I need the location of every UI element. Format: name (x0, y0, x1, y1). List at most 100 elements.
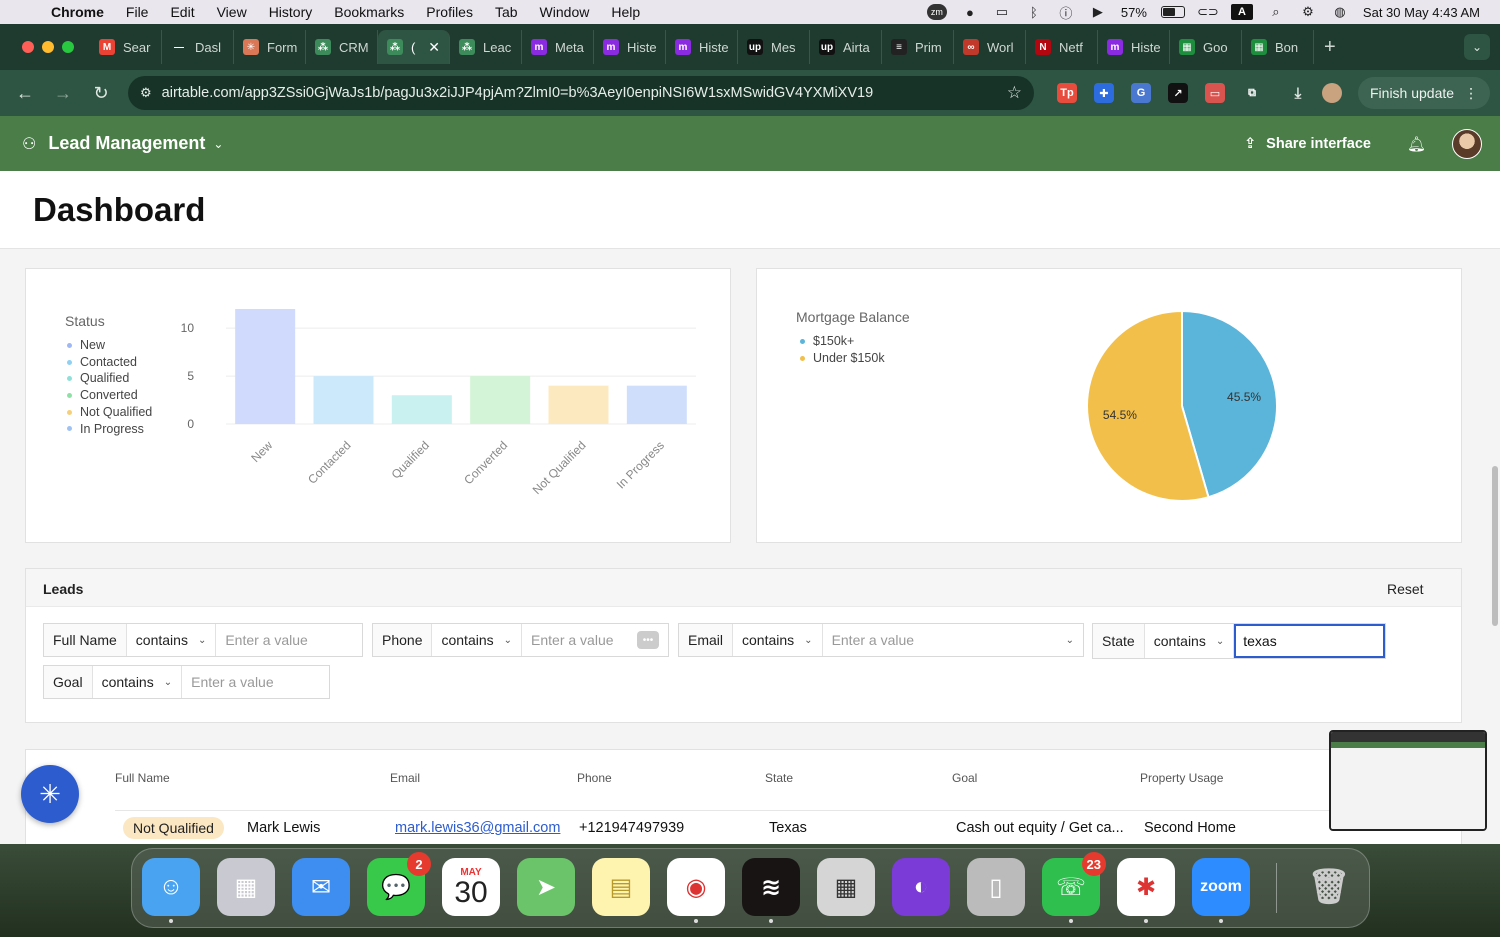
zoom-status-icon[interactable]: zm (926, 4, 947, 20)
menu-profiles[interactable]: Profiles (415, 4, 484, 20)
whatsapp-icon[interactable]: ☏ 23 (1042, 852, 1106, 923)
close-tab-icon[interactable]: ✕ (428, 39, 440, 56)
reset-button[interactable]: Reset (1387, 581, 1424, 597)
finder-icon[interactable]: ☺ (142, 858, 200, 923)
trash-icon[interactable]: 🗑 (1300, 858, 1358, 916)
app-title[interactable]: Lead Management (48, 133, 205, 154)
menu-help[interactable]: Help (600, 4, 651, 20)
control-center-icon[interactable]: ⚙ (1299, 4, 1317, 20)
slack-icon[interactable]: ✱ (1117, 858, 1175, 923)
bar-in-progress[interactable] (626, 385, 687, 424)
browser-tab[interactable]: m Histe (594, 30, 666, 64)
profile-avatar[interactable] (1322, 83, 1342, 103)
share-interface-button[interactable]: ⇪ Share interface (1244, 136, 1371, 152)
browser-tab[interactable]: M Sear (90, 30, 162, 64)
forward-arrow-icon[interactable]: → (44, 83, 82, 104)
zoom-window-button[interactable] (62, 41, 74, 53)
filter-operator-select[interactable]: contains ⌄ (127, 624, 217, 656)
zoom-icon[interactable]: zoom (1192, 858, 1250, 923)
bluetooth-icon[interactable]: ᛒ (1025, 4, 1043, 20)
menu-history[interactable]: History (258, 4, 324, 20)
messages-icon[interactable]: 💬 2 (367, 852, 431, 916)
calendar-icon[interactable]: MAY 30 (442, 858, 500, 916)
address-bar[interactable]: ⚙ airtable.com/app3ZSsi0GjWaJs1b/pagJu3x… (128, 76, 1034, 110)
bookmark-star-icon[interactable]: ☆ (1007, 83, 1022, 103)
browser-tab[interactable]: ▦ Goo (1170, 30, 1242, 64)
red-square-extension-icon[interactable]: ▭ (1205, 83, 1225, 103)
display-status-icon[interactable]: ▭ (993, 4, 1011, 20)
bar-new[interactable] (235, 309, 296, 424)
filter-operator-select[interactable]: contains ⌄ (432, 624, 523, 656)
firefox-icon[interactable]: ◐ (892, 858, 950, 916)
menu-view[interactable]: View (206, 4, 258, 20)
user-avatar[interactable] (1452, 128, 1482, 159)
browser-tab[interactable]: ✳ Form (234, 30, 306, 64)
maps-icon[interactable]: ➤ (517, 858, 575, 916)
browser-tab[interactable]: — Dasl (162, 30, 234, 64)
puzzle-blue-icon[interactable]: ✚ (1094, 83, 1114, 103)
menu-edit[interactable]: Edit (159, 4, 205, 20)
download-icon[interactable]: ⤓ (1288, 83, 1308, 103)
page-scrollbar[interactable] (1492, 466, 1498, 626)
spotify-icon[interactable]: ≋ (742, 858, 800, 923)
tp-extension-icon[interactable]: Tp (1057, 83, 1077, 103)
site-settings-icon[interactable]: ⚙ (140, 85, 152, 101)
bar-contacted[interactable] (313, 376, 374, 424)
play-status-icon[interactable]: ▶ (1089, 4, 1107, 20)
spotlight-search-icon[interactable]: ⌕ (1267, 4, 1285, 20)
browser-tab[interactable]: m Meta (522, 30, 594, 64)
browser-tab[interactable]: ⁂ (✕ (378, 30, 450, 64)
reload-icon[interactable]: ↻ (82, 83, 120, 104)
translate-icon[interactable]: G (1131, 83, 1151, 103)
column-header-state[interactable]: State (765, 771, 793, 785)
cell-email-link[interactable]: mark.lewis36@gmail.com (395, 820, 560, 836)
browser-tab[interactable]: up Mes (738, 30, 810, 64)
siri-icon[interactable]: ◍ (1331, 4, 1349, 20)
state-filter-input[interactable]: texas (1234, 624, 1385, 658)
new-tab-button[interactable]: + (1314, 36, 1346, 59)
menu-file[interactable]: File (115, 4, 160, 20)
chevron-down-icon[interactable]: ⌄ (213, 137, 223, 151)
column-header-property-usage[interactable]: Property Usage (1140, 771, 1223, 785)
column-header-phone[interactable]: Phone (577, 771, 612, 785)
chrome-icon[interactable]: ◉ (667, 858, 725, 923)
column-header-email[interactable]: Email (390, 771, 420, 785)
assistant-sparkle-button[interactable]: ✳ (21, 765, 79, 823)
minimize-window-button[interactable] (42, 41, 54, 53)
more-dots-icon[interactable]: ••• (637, 631, 659, 649)
bell-icon[interactable]: 🔔︎ (1407, 135, 1426, 153)
browser-tab[interactable]: m Histe (666, 30, 738, 64)
extensions-puzzle-icon[interactable]: ⧉ (1242, 83, 1262, 103)
notes-icon[interactable]: ▤ (592, 858, 650, 916)
browser-tab[interactable]: ▦ Bon (1242, 30, 1314, 64)
close-window-button[interactable] (22, 41, 34, 53)
user-status-icon[interactable]: ● (961, 4, 979, 20)
email-filter-input[interactable]: Enter a value ⌄ (823, 624, 1083, 656)
battery-icon[interactable] (1160, 6, 1185, 18)
calculator-icon[interactable]: ▦ (817, 858, 875, 916)
menu-tab[interactable]: Tab (484, 4, 529, 20)
screenshot-thumbnail[interactable] (1329, 730, 1487, 831)
finish-update-button[interactable]: Finish update ⋮ (1358, 77, 1491, 109)
browser-tab[interactable]: ⁂ Leac (450, 30, 522, 64)
accessibility-icon[interactable]: ⓘ (1057, 4, 1075, 21)
browser-tab[interactable]: N Netf (1026, 30, 1098, 64)
bar-converted[interactable] (470, 376, 531, 424)
full-name-filter-input[interactable]: Enter a value (216, 624, 362, 656)
goal-filter-input[interactable]: Enter a value (182, 666, 329, 698)
clock[interactable]: Sat 30 May 4:43 AM (1363, 5, 1480, 20)
back-arrow-icon[interactable]: ← (6, 83, 44, 104)
menu-bookmarks[interactable]: Bookmarks (323, 4, 415, 20)
menu-window[interactable]: Window (529, 4, 601, 20)
url-text[interactable]: airtable.com/app3ZSsi0GjWaJs1b/pagJu3x2i… (162, 85, 874, 101)
browser-tab[interactable]: ⁂ CRM (306, 30, 378, 64)
mail-icon[interactable]: ✉ (292, 858, 350, 916)
browser-tab[interactable]: up Airta (810, 30, 882, 64)
launchpad-icon[interactable]: ▦ (217, 858, 275, 916)
menu-app-name[interactable]: Chrome (40, 4, 115, 20)
cursor-extension-icon[interactable]: ↗ (1168, 83, 1188, 103)
link-status-icon[interactable]: ⊂⊃ (1197, 4, 1219, 20)
iphone-mirroring-icon[interactable]: ▯ (967, 858, 1025, 916)
filter-operator-select[interactable]: contains ⌄ (733, 624, 823, 656)
bar-qualified[interactable] (391, 395, 452, 424)
